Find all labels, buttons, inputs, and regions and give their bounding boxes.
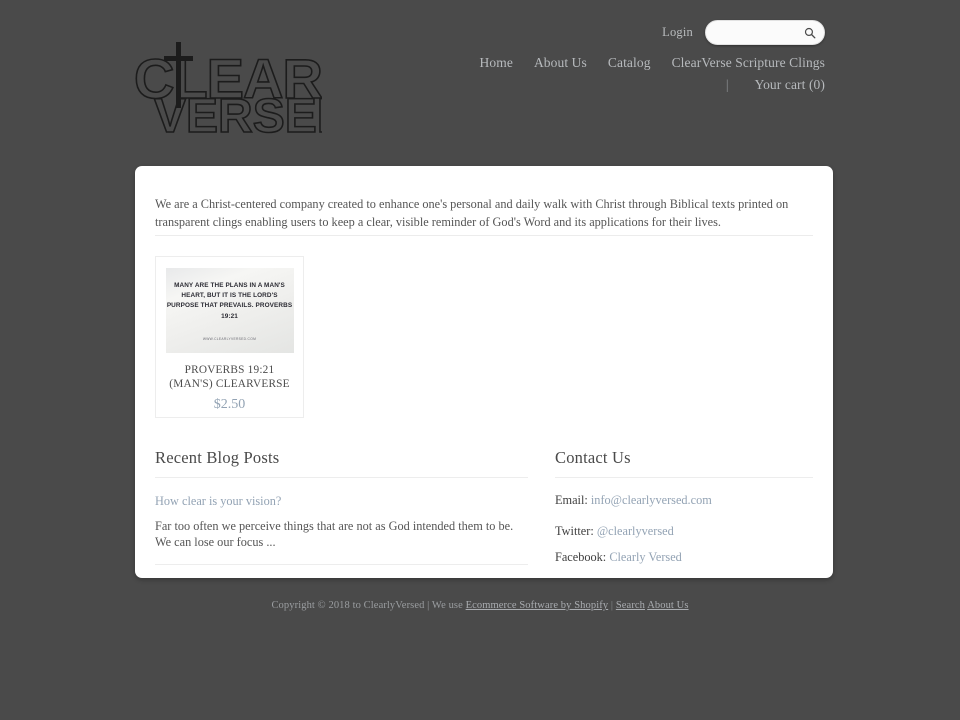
nav-item-about-us[interactable]: About Us [534, 55, 587, 70]
contact-section-title: Contact Us [555, 448, 813, 478]
recent-blog-posts-section: Recent Blog Posts How clear is your visi… [155, 448, 528, 565]
contact-facebook-label: Facebook: [555, 550, 607, 564]
search-input[interactable] [716, 22, 810, 43]
contact-facebook-row: Facebook: Clearly Versed [555, 549, 813, 566]
content-card: We are a Christ-centered company created… [135, 166, 833, 578]
login-link[interactable]: Login [662, 25, 693, 40]
cart-link[interactable]: Your cart (0) [755, 77, 825, 92]
contact-twitter-label: Twitter: [555, 524, 594, 538]
footer-separator: | [610, 600, 614, 611]
page-root: CLEARLY VERSED Login Home [0, 0, 960, 720]
nav-primary-row: Home About Us Catalog ClearVerse Scriptu… [463, 52, 825, 73]
product-title-line2: (MAN'S) CLEARVERSE [169, 378, 290, 390]
header-utility-row: Login [662, 20, 825, 45]
cart-separator: | [725, 77, 729, 92]
product-title: PROVERBS 19:21 (MAN'S) CLEARVERSE [156, 363, 303, 391]
site-logo[interactable]: CLEARLY VERSED [132, 36, 322, 136]
site-footer: Copyright © 2018 to ClearlyVersed | We u… [0, 600, 960, 611]
footer-copyright: Copyright © 2018 to ClearlyVersed | We u… [271, 600, 463, 611]
main-navigation: Home About Us Catalog ClearVerse Scriptu… [463, 52, 825, 95]
site-header: CLEARLY VERSED Login Home [0, 0, 960, 160]
product-card[interactable]: Many are the plans in a man's heart, but… [155, 256, 304, 418]
search-box[interactable] [705, 20, 825, 45]
contact-email-row: Email: info@clearlyversed.com [555, 492, 813, 509]
content-divider-top [155, 235, 813, 236]
contact-twitter-link[interactable]: @clearlyversed [597, 524, 674, 538]
product-title-line1: PROVERBS 19:21 [184, 364, 275, 376]
nav-cart-row: | Your cart (0) [463, 74, 825, 95]
footer-about-link[interactable]: About Us [647, 600, 688, 611]
blog-post-excerpt: Far too often we perceive things that ar… [155, 518, 528, 565]
product-thumbnail[interactable]: Many are the plans in a man's heart, but… [165, 268, 294, 353]
blog-post-link[interactable]: How clear is your vision? [155, 494, 528, 509]
nav-item-home[interactable]: Home [480, 55, 513, 70]
nav-item-clearverse-scripture-clings[interactable]: ClearVerse Scripture Clings [672, 55, 825, 70]
footer-search-link[interactable]: Search [616, 600, 645, 611]
blog-section-title: Recent Blog Posts [155, 448, 528, 478]
contact-twitter-row: Twitter: @clearlyversed [555, 523, 813, 540]
contact-us-section: Contact Us Email: info@clearlyversed.com… [555, 448, 813, 566]
contact-facebook-link[interactable]: Clearly Versed [609, 550, 682, 564]
intro-paragraph: We are a Christ-centered company created… [155, 197, 789, 230]
product-price: $2.50 [213, 397, 246, 412]
product-thumbnail-text: Many are the plans in a man's heart, but… [166, 282, 293, 320]
footer-shopify-link[interactable]: Ecommerce Software by Shopify [466, 600, 609, 611]
product-thumbnail-url: WWW.CLEARLYVERSED.COM [202, 337, 257, 341]
contact-email-link[interactable]: info@clearlyversed.com [591, 493, 712, 507]
search-icon[interactable] [804, 27, 816, 39]
contact-email-label: Email: [555, 493, 588, 507]
nav-item-catalog[interactable]: Catalog [608, 55, 651, 70]
